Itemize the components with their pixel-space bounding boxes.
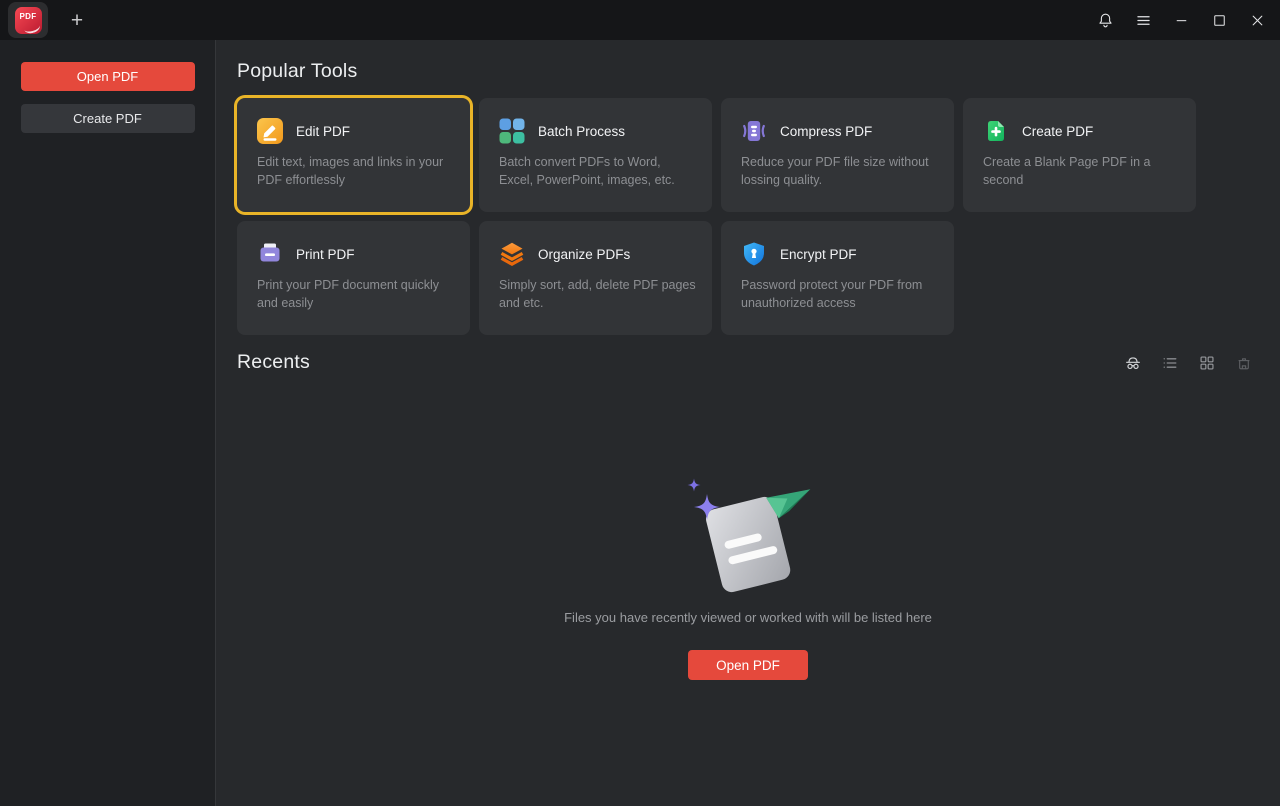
tool-desc: Batch convert PDFs to Word, Excel, Power… bbox=[499, 154, 696, 190]
clear-recents-icon[interactable] bbox=[1235, 354, 1253, 372]
tool-desc: Create a Blank Page PDF in a second bbox=[983, 154, 1180, 190]
notification-bell-icon[interactable] bbox=[1086, 0, 1124, 40]
empty-state-message: Files you have recently viewed or worked… bbox=[237, 610, 1259, 625]
maximize-icon[interactable] bbox=[1200, 0, 1238, 40]
empty-document-illustration bbox=[663, 474, 833, 596]
tool-desc: Edit text, images and links in your PDF … bbox=[257, 154, 454, 190]
tool-card-edit-pdf[interactable]: Edit PDF Edit text, images and links in … bbox=[237, 98, 470, 212]
compress-icon bbox=[741, 118, 767, 144]
app-logo-text: PDF bbox=[20, 12, 37, 21]
tool-desc: Print your PDF document quickly and easi… bbox=[257, 277, 454, 313]
tool-card-create-pdf[interactable]: Create PDF Create a Blank Page PDF in a … bbox=[963, 98, 1196, 212]
tool-title: Edit PDF bbox=[296, 124, 350, 139]
tool-title: Organize PDFs bbox=[538, 247, 630, 262]
app-logo-icon: PDF bbox=[15, 7, 42, 34]
batch-grid-icon bbox=[499, 118, 525, 144]
tool-title: Batch Process bbox=[538, 124, 625, 139]
recents-title: Recents bbox=[237, 351, 310, 374]
tool-card-encrypt-pdf[interactable]: Encrypt PDF Password protect your PDF fr… bbox=[721, 221, 954, 335]
tool-title: Create PDF bbox=[1022, 124, 1093, 139]
tool-card-organize-pdfs[interactable]: Organize PDFs Simply sort, add, delete P… bbox=[479, 221, 712, 335]
tool-card-compress-pdf[interactable]: Compress PDF Reduce your PDF file size w… bbox=[721, 98, 954, 212]
list-view-icon[interactable] bbox=[1161, 354, 1179, 372]
main-content: Popular Tools Edit PDF bbox=[216, 40, 1280, 806]
incognito-icon[interactable] bbox=[1124, 354, 1142, 372]
tool-card-batch-process[interactable]: Batch Process Batch convert PDFs to Word… bbox=[479, 98, 712, 212]
sidebar-open-pdf-button[interactable]: Open PDF bbox=[21, 62, 195, 91]
shield-lock-icon bbox=[741, 241, 767, 267]
printer-icon bbox=[257, 241, 283, 267]
hamburger-menu-icon[interactable] bbox=[1124, 0, 1162, 40]
create-plus-icon bbox=[983, 118, 1009, 144]
app-tab[interactable]: PDF bbox=[8, 2, 48, 38]
tool-title: Print PDF bbox=[296, 247, 355, 262]
close-icon[interactable] bbox=[1238, 0, 1276, 40]
tool-desc: Simply sort, add, delete PDF pages and e… bbox=[499, 277, 696, 313]
recents-empty-state: Files you have recently viewed or worked… bbox=[237, 474, 1259, 680]
popular-tools-title: Popular Tools bbox=[237, 60, 1280, 83]
tool-card-print-pdf[interactable]: Print PDF Print your PDF document quickl… bbox=[237, 221, 470, 335]
sidebar-create-pdf-button[interactable]: Create PDF bbox=[21, 104, 195, 133]
empty-state-open-pdf-button[interactable]: Open PDF bbox=[688, 650, 808, 680]
new-tab-button[interactable]: + bbox=[63, 6, 91, 34]
tool-title: Compress PDF bbox=[780, 124, 872, 139]
tool-desc: Password protect your PDF from unauthori… bbox=[741, 277, 938, 313]
tools-grid: Edit PDF Edit text, images and links in … bbox=[237, 98, 1280, 335]
minimize-icon[interactable] bbox=[1162, 0, 1200, 40]
edit-pen-icon bbox=[257, 118, 283, 144]
layers-icon bbox=[499, 241, 525, 267]
tool-title: Encrypt PDF bbox=[780, 247, 857, 262]
tool-desc: Reduce your PDF file size without lossin… bbox=[741, 154, 938, 190]
title-bar: PDF + bbox=[0, 0, 1280, 40]
sidebar: Open PDF Create PDF bbox=[0, 40, 216, 806]
recents-view-toolbar bbox=[1124, 354, 1253, 372]
grid-view-icon[interactable] bbox=[1198, 354, 1216, 372]
